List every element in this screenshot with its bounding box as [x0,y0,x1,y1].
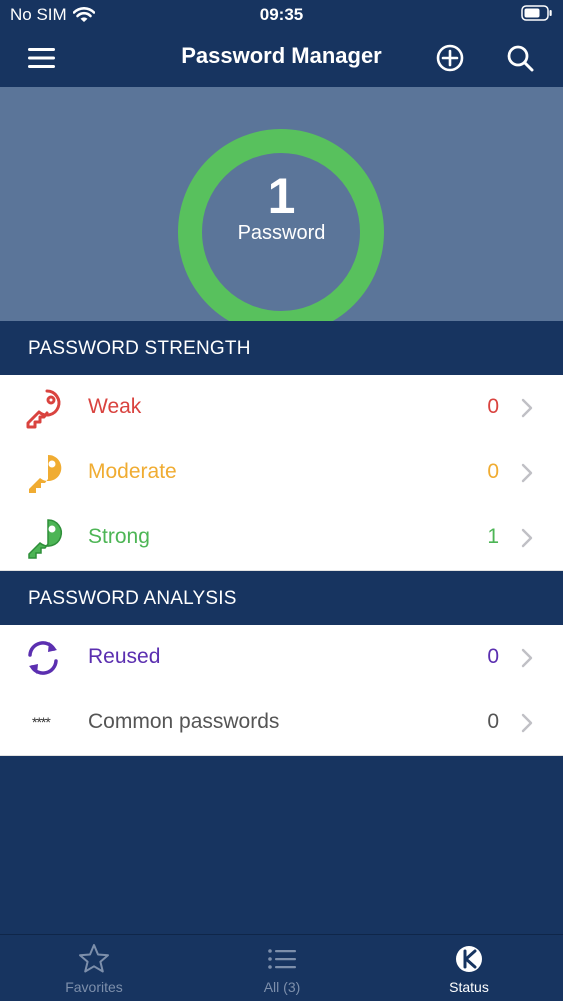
section-title: PASSWORD STRENGTH [28,338,251,359]
list-icon [268,949,296,969]
refresh-icon [28,641,58,675]
status-icon [456,946,482,972]
chevron-right-icon [521,463,533,483]
tab-bar: Favorites All (3) Status [0,934,563,1001]
clock: 09:35 [259,5,304,24]
tab-label: Status [449,979,489,995]
tab-favorites[interactable]: Favorites [0,935,188,1001]
section-title: PASSWORD ANALYSIS [28,588,237,609]
yellow-key-icon [29,454,62,493]
section-header-analysis: PASSWORD ANALYSIS [0,571,563,625]
tab-label: All (3) [263,979,301,995]
tab-status[interactable]: Status [375,935,563,1001]
row-count: 1 [487,525,499,548]
search-icon [507,45,534,72]
star-icon [79,944,109,973]
row-count: 0 [487,645,499,668]
row-count: 0 [487,710,499,733]
chevron-right-icon [521,713,533,733]
row-label: Strong [88,525,150,548]
row-label: Moderate [88,460,177,483]
search-button[interactable] [502,40,538,76]
row-reused[interactable]: Reused 0 [0,625,563,691]
row-weak[interactable]: Weak 0 [0,375,563,441]
green-key-icon [28,519,63,559]
chevron-right-icon [521,398,533,418]
chevron-right-icon [521,648,533,668]
navigation-bar: Password Manager [0,30,563,87]
password-count: 1 [267,168,296,224]
red-key-icon [26,389,61,429]
add-button[interactable] [432,40,468,76]
asterisks-icon: **** [32,714,51,730]
row-count: 0 [487,395,499,418]
tab-label: Favorites [65,979,123,995]
page-title: Password Manager [181,43,382,68]
chevron-right-icon [521,528,533,548]
row-moderate[interactable]: Moderate 0 [0,440,563,506]
row-label: Weak [88,395,142,418]
row-common-passwords[interactable]: **** Common passwords 0 [0,690,563,756]
tab-all[interactable]: All (3) [188,935,376,1001]
row-strong[interactable]: Strong 1 [0,505,563,571]
status-bar: No SIM 09:35 [0,0,563,30]
row-label: Reused [88,645,161,668]
row-label: Common passwords [88,710,280,733]
password-count-label: Password [237,222,326,244]
row-count: 0 [487,460,499,483]
plus-circle-icon [436,44,464,72]
section-header-strength: PASSWORD STRENGTH [0,321,563,375]
battery-icon [521,5,553,26]
